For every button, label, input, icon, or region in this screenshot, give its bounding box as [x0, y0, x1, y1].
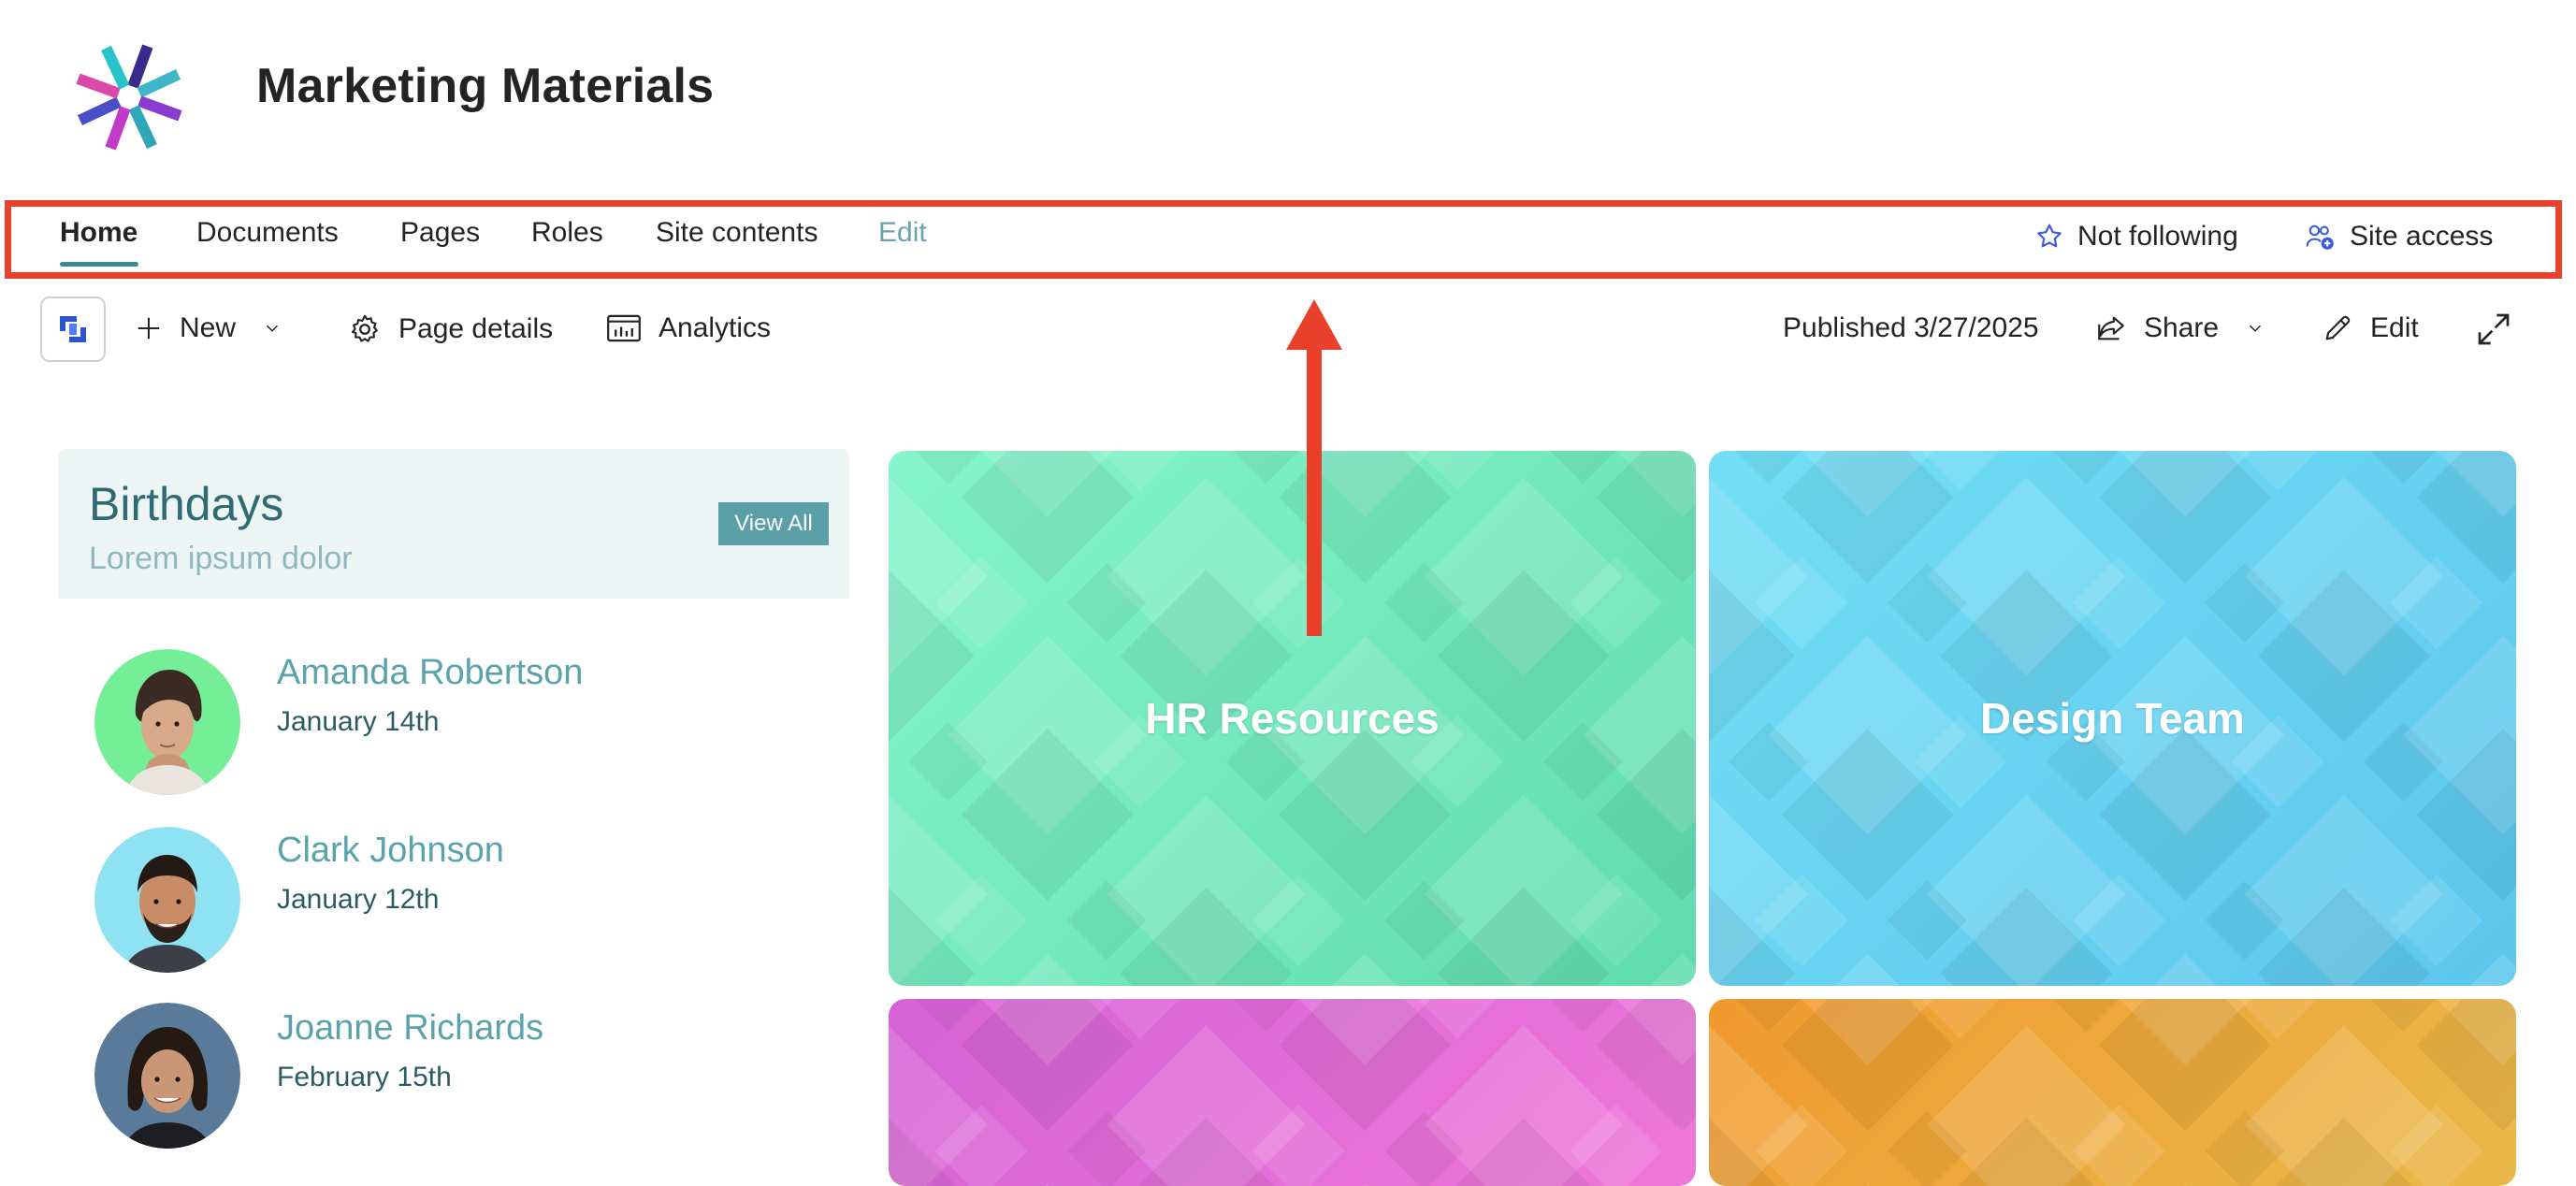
nav-item-documents[interactable]: Documents — [196, 217, 339, 249]
chevron-down-icon — [2250, 325, 2262, 332]
share-label: Share — [2144, 312, 2220, 343]
nav-active-indicator — [60, 262, 138, 267]
tile-label — [889, 999, 1696, 1186]
pencil-icon — [2325, 315, 2351, 340]
site-title[interactable]: Marketing Materials — [256, 58, 714, 114]
nav-item-site-contents[interactable]: Site contents — [656, 217, 818, 249]
star-icon — [2037, 224, 2062, 248]
analytics-icon — [607, 314, 641, 342]
plus-icon — [137, 317, 160, 340]
tile-design-team[interactable]: Design Team — [1709, 451, 2516, 986]
person-name[interactable]: Clark Johnson — [277, 831, 504, 871]
share-button[interactable]: Share — [2095, 312, 2265, 344]
nav-item-roles[interactable]: Roles — [531, 217, 603, 249]
birthdays-subtitle: Lorem ipsum dolor — [89, 541, 353, 576]
analytics-label: Analytics — [658, 312, 772, 343]
tile-orange[interactable] — [1709, 999, 2516, 1186]
person-birthday: January 14th — [277, 706, 440, 737]
nav-item-pages[interactable]: Pages — [400, 217, 480, 249]
analytics-button[interactable]: Analytics — [606, 312, 771, 344]
annotation-arrow-icon — [1286, 299, 1342, 636]
new-label: New — [180, 312, 237, 343]
gear-icon — [351, 314, 378, 342]
person-birthday: February 15th — [277, 1062, 452, 1092]
share-icon — [2098, 316, 2124, 340]
app-launcher-button[interactable] — [40, 296, 106, 362]
follow-button[interactable]: Not following — [2034, 221, 2238, 253]
avatar[interactable] — [94, 827, 240, 973]
person-name[interactable]: Joanne Richards — [277, 1008, 543, 1049]
site-access-label: Site access — [2350, 221, 2494, 252]
site-access-button[interactable]: Site access — [2305, 221, 2493, 253]
edit-page-button[interactable]: Edit — [2322, 312, 2419, 344]
tile-magenta[interactable] — [889, 999, 1696, 1186]
nav-edit-link[interactable]: Edit — [878, 217, 927, 249]
app-logo-icon — [60, 316, 86, 342]
tile-label — [1709, 999, 2516, 1186]
page-details-button[interactable]: Page details — [348, 312, 553, 346]
expand-icon[interactable] — [2475, 311, 2512, 348]
view-all-button[interactable]: View All — [718, 502, 829, 545]
new-button[interactable]: New — [135, 312, 282, 344]
nav-item-home[interactable]: Home — [60, 217, 137, 249]
edit-label: Edit — [2370, 312, 2419, 343]
avatar[interactable] — [94, 649, 240, 795]
tile-label: Design Team — [1980, 694, 2245, 743]
avatar[interactable] — [94, 1003, 240, 1149]
follow-label: Not following — [2077, 221, 2238, 252]
person-name[interactable]: Amanda Robertson — [277, 653, 583, 693]
page-details-label: Page details — [398, 313, 554, 344]
person-birthday: January 12th — [277, 884, 440, 915]
birthdays-title: Birthdays — [89, 478, 284, 530]
people-add-icon — [2306, 224, 2334, 250]
site-logo-icon — [76, 44, 182, 151]
published-status: Published 3/27/2025 — [1783, 312, 2039, 343]
chevron-down-icon — [266, 325, 279, 332]
